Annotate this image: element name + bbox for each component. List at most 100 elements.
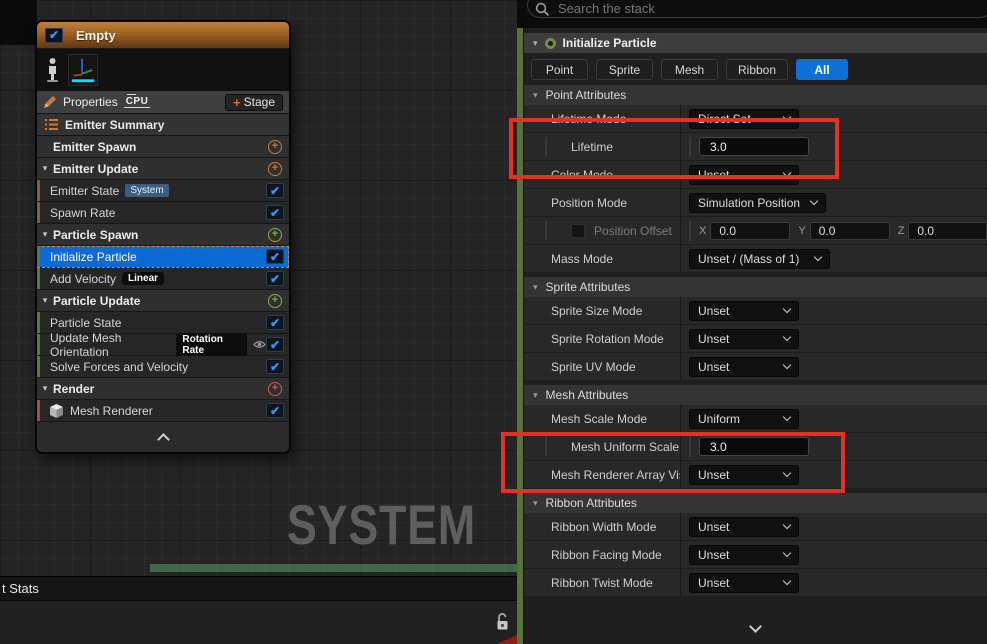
- position-offset-x-input[interactable]: [710, 222, 790, 240]
- plus-icon: +: [233, 96, 241, 109]
- dropdown-value: Unset: [698, 332, 729, 346]
- emitter-thumbnail-row: [37, 49, 289, 91]
- section-title: Mesh Attributes: [546, 388, 629, 402]
- module-enabled-checkbox[interactable]: ✔: [266, 183, 284, 198]
- stack-group-emitter-update[interactable]: ▾ Emitter Update +: [37, 158, 289, 180]
- stack-group-particle-spawn[interactable]: ▾ Particle Spawn +: [37, 224, 289, 246]
- section-point-attributes[interactable]: ▾ Point Attributes: [524, 85, 987, 105]
- stack-item-emitter-state[interactable]: Emitter State System ✔: [37, 180, 289, 202]
- add-module-button[interactable]: +: [268, 294, 282, 308]
- position-offset-checkbox[interactable]: [571, 224, 585, 238]
- section-ribbon-attributes[interactable]: ▾ Ribbon Attributes: [524, 493, 987, 513]
- person-icon: [45, 57, 60, 83]
- visibility-eye-icon[interactable]: [253, 340, 266, 349]
- stack-item-initialize-particle[interactable]: Initialize Particle ✔: [37, 246, 289, 268]
- position-offset-z-input[interactable]: [908, 222, 987, 240]
- emitter-node-header[interactable]: ✔ Empty: [37, 22, 289, 49]
- search-input[interactable]: [527, 0, 987, 18]
- module-label: Add Velocity: [50, 272, 116, 286]
- emitter-preview-thumbnail[interactable]: [68, 54, 98, 86]
- section-title: Point Attributes: [546, 88, 627, 102]
- check-icon: ✔: [270, 361, 280, 373]
- add-module-button[interactable]: +: [268, 228, 282, 242]
- chevron-down-icon[interactable]: ▾: [37, 295, 53, 306]
- ribbon-twist-mode-dropdown[interactable]: Unset: [689, 573, 799, 593]
- emitter-summary-row[interactable]: Emitter Summary: [37, 114, 289, 136]
- stack-item-add-velocity[interactable]: Add Velocity Linear ✔: [37, 268, 289, 290]
- property-label: Ribbon Width Mode: [524, 513, 680, 540]
- module-enabled-checkbox[interactable]: ✔: [266, 359, 284, 374]
- tab-ribbon[interactable]: Ribbon: [726, 59, 788, 80]
- stack-group-emitter-spawn[interactable]: ▾ Emitter Spawn +: [37, 136, 289, 158]
- tab-point[interactable]: Point: [531, 59, 588, 80]
- module-enabled-checkbox[interactable]: ✔: [266, 249, 284, 264]
- attribute-filter-tabs: Point Sprite Mesh Ribbon All: [524, 56, 987, 83]
- mesh-scale-mode-dropdown[interactable]: Uniform: [689, 409, 799, 429]
- section-mesh-attributes[interactable]: ▾ Mesh Attributes: [524, 385, 987, 405]
- scroll-more-indicator[interactable]: [524, 622, 987, 631]
- add-module-button[interactable]: +: [268, 162, 282, 176]
- timeline-panel[interactable]: [0, 600, 518, 644]
- ribbon-width-mode-dropdown[interactable]: Unset: [689, 517, 799, 537]
- chevron-down-icon: ▾: [533, 498, 538, 509]
- properties-row[interactable]: Properties CPU + Stage: [37, 91, 289, 114]
- group-label: Particle Update: [53, 294, 140, 308]
- module-enabled-checkbox[interactable]: ✔: [266, 271, 284, 286]
- module-enabled-checkbox[interactable]: ✔: [266, 337, 284, 352]
- category-accent: [37, 202, 40, 223]
- stats-tab-bar[interactable]: t Stats: [0, 576, 518, 600]
- sprite-size-mode-dropdown[interactable]: Unset: [689, 301, 799, 321]
- stack-item-solve-forces-velocity[interactable]: Solve Forces and Velocity ✔: [37, 356, 289, 378]
- unlock-icon[interactable]: [495, 611, 510, 634]
- chevron-down-icon[interactable]: ▾: [37, 229, 53, 240]
- selection-title: Initialize Particle: [563, 36, 657, 50]
- section-sprite-attributes[interactable]: ▾ Sprite Attributes: [524, 277, 987, 297]
- add-stage-button[interactable]: + Stage: [225, 94, 283, 111]
- chevron-down-icon[interactable]: ▾: [37, 383, 53, 394]
- sprite-uv-mode-dropdown[interactable]: Unset: [689, 357, 799, 377]
- node-collapse-footer[interactable]: [37, 422, 289, 452]
- tab-all[interactable]: All: [796, 59, 848, 80]
- chevron-down-icon: ▾: [533, 90, 538, 101]
- stack-item-update-mesh-orientation[interactable]: Update Mesh Orientation Rotation Rate ✔: [37, 334, 289, 356]
- tab-mesh[interactable]: Mesh: [661, 59, 718, 80]
- stack-item-spawn-rate[interactable]: Spawn Rate ✔: [37, 202, 289, 224]
- properties-label: Properties: [63, 95, 118, 109]
- module-enabled-checkbox[interactable]: ✔: [266, 403, 284, 418]
- row-sprite-uv-mode: Sprite UV Mode Unset: [524, 353, 987, 381]
- property-label: Mass Mode: [524, 245, 680, 272]
- tab-sprite[interactable]: Sprite: [596, 59, 653, 80]
- row-mesh-scale-mode: Mesh Scale Mode Uniform: [524, 405, 987, 433]
- add-renderer-button[interactable]: +: [268, 382, 282, 396]
- dropdown-value: Unset: [698, 548, 729, 562]
- stack-group-particle-update[interactable]: ▾ Particle Update +: [37, 290, 289, 312]
- emitter-enabled-checkbox[interactable]: ✔: [45, 28, 63, 43]
- sprite-rotation-mode-dropdown[interactable]: Unset: [689, 329, 799, 349]
- module-label: Spawn Rate: [50, 206, 115, 220]
- chevron-down-icon: [783, 549, 791, 557]
- ribbon-facing-mode-dropdown[interactable]: Unset: [689, 545, 799, 565]
- category-accent: [37, 180, 40, 201]
- stack-group-render[interactable]: ▾ Render +: [37, 378, 289, 400]
- add-module-button[interactable]: +: [268, 140, 282, 154]
- module-enabled-checkbox[interactable]: ✔: [266, 205, 284, 220]
- cube-icon: [50, 404, 63, 418]
- position-mode-dropdown[interactable]: Simulation Position: [689, 193, 826, 213]
- chevron-down-icon: [783, 361, 791, 369]
- module-enabled-checkbox[interactable]: ✔: [266, 315, 284, 330]
- emitter-node[interactable]: ✔ Empty Properties CPU + Stage: [35, 20, 291, 454]
- check-icon: ✔: [270, 273, 280, 285]
- check-icon: ✔: [270, 207, 280, 219]
- chevron-up-icon: [157, 433, 170, 446]
- chevron-down-icon[interactable]: ▾: [533, 38, 538, 49]
- position-offset-y-input[interactable]: [810, 222, 890, 240]
- property-label: Ribbon Twist Mode: [524, 569, 680, 596]
- module-label: Emitter State: [50, 184, 119, 198]
- mass-mode-dropdown[interactable]: Unset / (Mass of 1): [689, 249, 830, 269]
- chevron-down-icon[interactable]: ▾: [37, 163, 53, 174]
- stack-item-mesh-renderer[interactable]: Mesh Renderer ✔: [37, 400, 289, 422]
- property-value: Unset: [680, 513, 987, 540]
- group-label: Render: [53, 382, 94, 396]
- initialize-particle-header[interactable]: ▾ Initialize Particle: [524, 33, 987, 53]
- emitter-title: Empty: [76, 28, 116, 43]
